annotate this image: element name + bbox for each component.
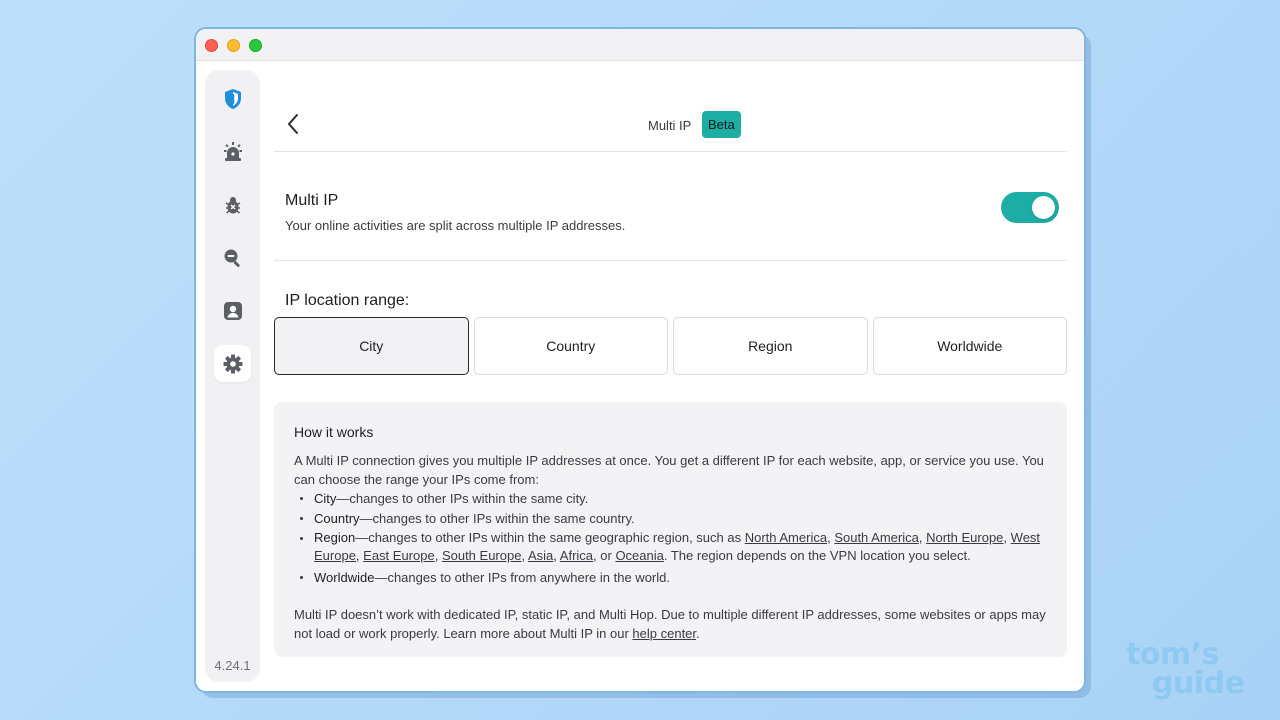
how-it-works-intro: A Multi IP connection gives you multiple… [294,453,1044,487]
range-option-region[interactable]: Region [673,317,868,375]
help-center-link[interactable]: help center [632,626,696,641]
range-option-worldwide[interactable]: Worldwide [872,317,1067,375]
back-button[interactable] [282,111,304,137]
link-south-europe[interactable]: South Europe [442,548,522,563]
toms-guide-watermark: tom’s guide [1126,640,1256,712]
multi-ip-title: Multi IP [285,192,339,209]
desc-region: —changes to other IPs within the same ge… [355,530,745,545]
minimize-window-button[interactable] [227,39,240,52]
link-oceania[interactable]: Oceania [615,548,663,563]
shield-icon [224,88,241,109]
sidebar-item-scan[interactable] [214,239,251,276]
sidebar-item-threat-protection[interactable] [214,133,251,170]
gear-icon [223,354,242,373]
beta-badge: Beta [702,111,741,138]
term-country: Country [314,511,360,526]
list-item-region: Region—changes to other IPs within the s… [294,529,1047,565]
zoom-window-button[interactable] [249,39,262,52]
range-option-country[interactable]: Country [473,317,668,375]
region-tail: . The region depends on the VPN location… [663,548,971,563]
list-item-country: Country—changes to other IPs within the … [294,509,1047,528]
multi-ip-toggle[interactable] [1001,192,1059,223]
link-asia[interactable]: Asia [528,548,553,563]
how-it-works-footer: Multi IP doesn’t work with dedicated IP,… [294,605,1047,643]
settings-content: Multi IP Beta Multi IP Your online activ… [274,61,1067,691]
multi-ip-setting: Multi IP Your online activities are spli… [274,153,1067,261]
desc-worldwide: —changes to other IPs from anywhere in t… [374,570,670,585]
sidebar-item-account[interactable] [214,292,251,329]
term-region: Region [314,530,356,545]
multi-ip-description: Your online activities are split across … [285,218,626,233]
region-or: or [600,548,612,563]
ip-range-options: City Country Region Worldwide [274,317,1067,375]
sidebar-item-protection[interactable] [214,80,251,117]
title-bar [196,29,1084,61]
link-south-america[interactable]: South America [834,530,919,545]
toggle-knob [1032,196,1055,219]
desc-country: —changes to other IPs within the same co… [359,511,635,526]
link-africa[interactable]: Africa [560,548,593,563]
link-east-europe[interactable]: East Europe [363,548,435,563]
ip-range-label: IP location range: [285,292,410,309]
close-window-button[interactable] [205,39,218,52]
range-explanations: City—changes to other IPs within the sam… [294,489,1047,587]
bug-icon [225,196,240,214]
watermark-line1: tom’s [1126,637,1219,672]
profile-icon [223,301,242,320]
app-window: 4.24.1 Multi IP Beta Multi IP Your onlin… [194,27,1086,693]
footer-end: . [696,626,700,641]
term-city: City [314,491,337,506]
link-north-america[interactable]: North America [745,530,827,545]
list-item-city: City—changes to other IPs within the sam… [294,489,1047,508]
page-header: Multi IP Beta [274,61,1067,152]
search-icon [224,249,240,267]
range-option-city[interactable]: City [274,317,469,375]
chevron-left-icon [288,114,298,134]
how-it-works-title: How it works [294,424,374,440]
link-north-europe[interactable]: North Europe [926,530,1003,545]
sidebar-item-settings[interactable] [214,345,251,382]
watermark-line2: guide [1152,666,1245,701]
how-it-works-card: How it works A Multi IP connection gives… [274,402,1067,657]
app-version: 4.24.1 [214,658,251,673]
sidebar: 4.24.1 [205,70,260,682]
term-worldwide: Worldwide [314,570,375,585]
desc-city: —changes to other IPs within the same ci… [336,491,589,506]
alarm-icon [223,141,242,161]
list-item-worldwide: Worldwide—changes to other IPs from anyw… [294,568,1047,587]
sidebar-item-dark-web[interactable] [214,186,251,223]
page-title: Multi IP [648,118,692,133]
